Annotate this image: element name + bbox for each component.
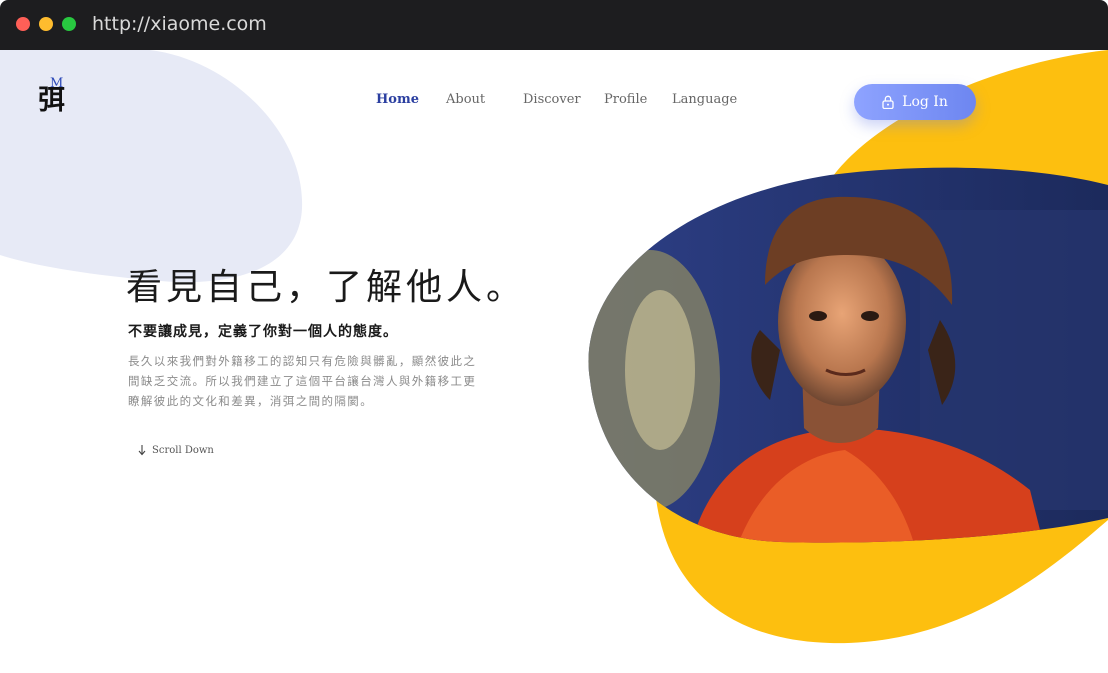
browser-titlebar: http://xiaome.com <box>0 0 1108 50</box>
hero-body: 長久以來我們對外籍移工的認知只有危險與髒亂，顯然彼此之間缺乏交流。所以我們建立了… <box>128 354 477 408</box>
nav-item-profile[interactable]: Profile <box>604 92 647 107</box>
logo-character: 弭 <box>38 85 65 116</box>
arrow-down-icon <box>138 445 146 456</box>
login-button[interactable]: Log In <box>854 84 976 120</box>
nav-item-about[interactable]: About <box>446 92 485 107</box>
address-bar[interactable]: http://xiaome.com <box>92 11 267 37</box>
nav-item-home[interactable]: Home <box>376 92 419 107</box>
hero-headline: 看見自己，了解他人。 <box>126 267 527 308</box>
scroll-down-link[interactable]: Scroll Down <box>138 445 214 456</box>
page-viewport: M 弭 Home About Discover Profile Language… <box>0 50 1108 673</box>
close-window-button[interactable] <box>16 17 30 31</box>
hero-illustration <box>588 50 1108 644</box>
maximize-window-button[interactable] <box>62 17 76 31</box>
lock-icon <box>882 95 894 109</box>
hero-subhead: 不要讓成見，定義了你對一個人的態度。 <box>128 324 398 340</box>
scroll-down-label: Scroll Down <box>152 445 214 456</box>
nav-item-discover[interactable]: Discover <box>523 92 581 107</box>
nav-item-language[interactable]: Language <box>672 92 737 107</box>
minimize-window-button[interactable] <box>39 17 53 31</box>
site-logo[interactable]: M 弭 <box>38 76 70 118</box>
login-label: Log In <box>902 94 948 110</box>
